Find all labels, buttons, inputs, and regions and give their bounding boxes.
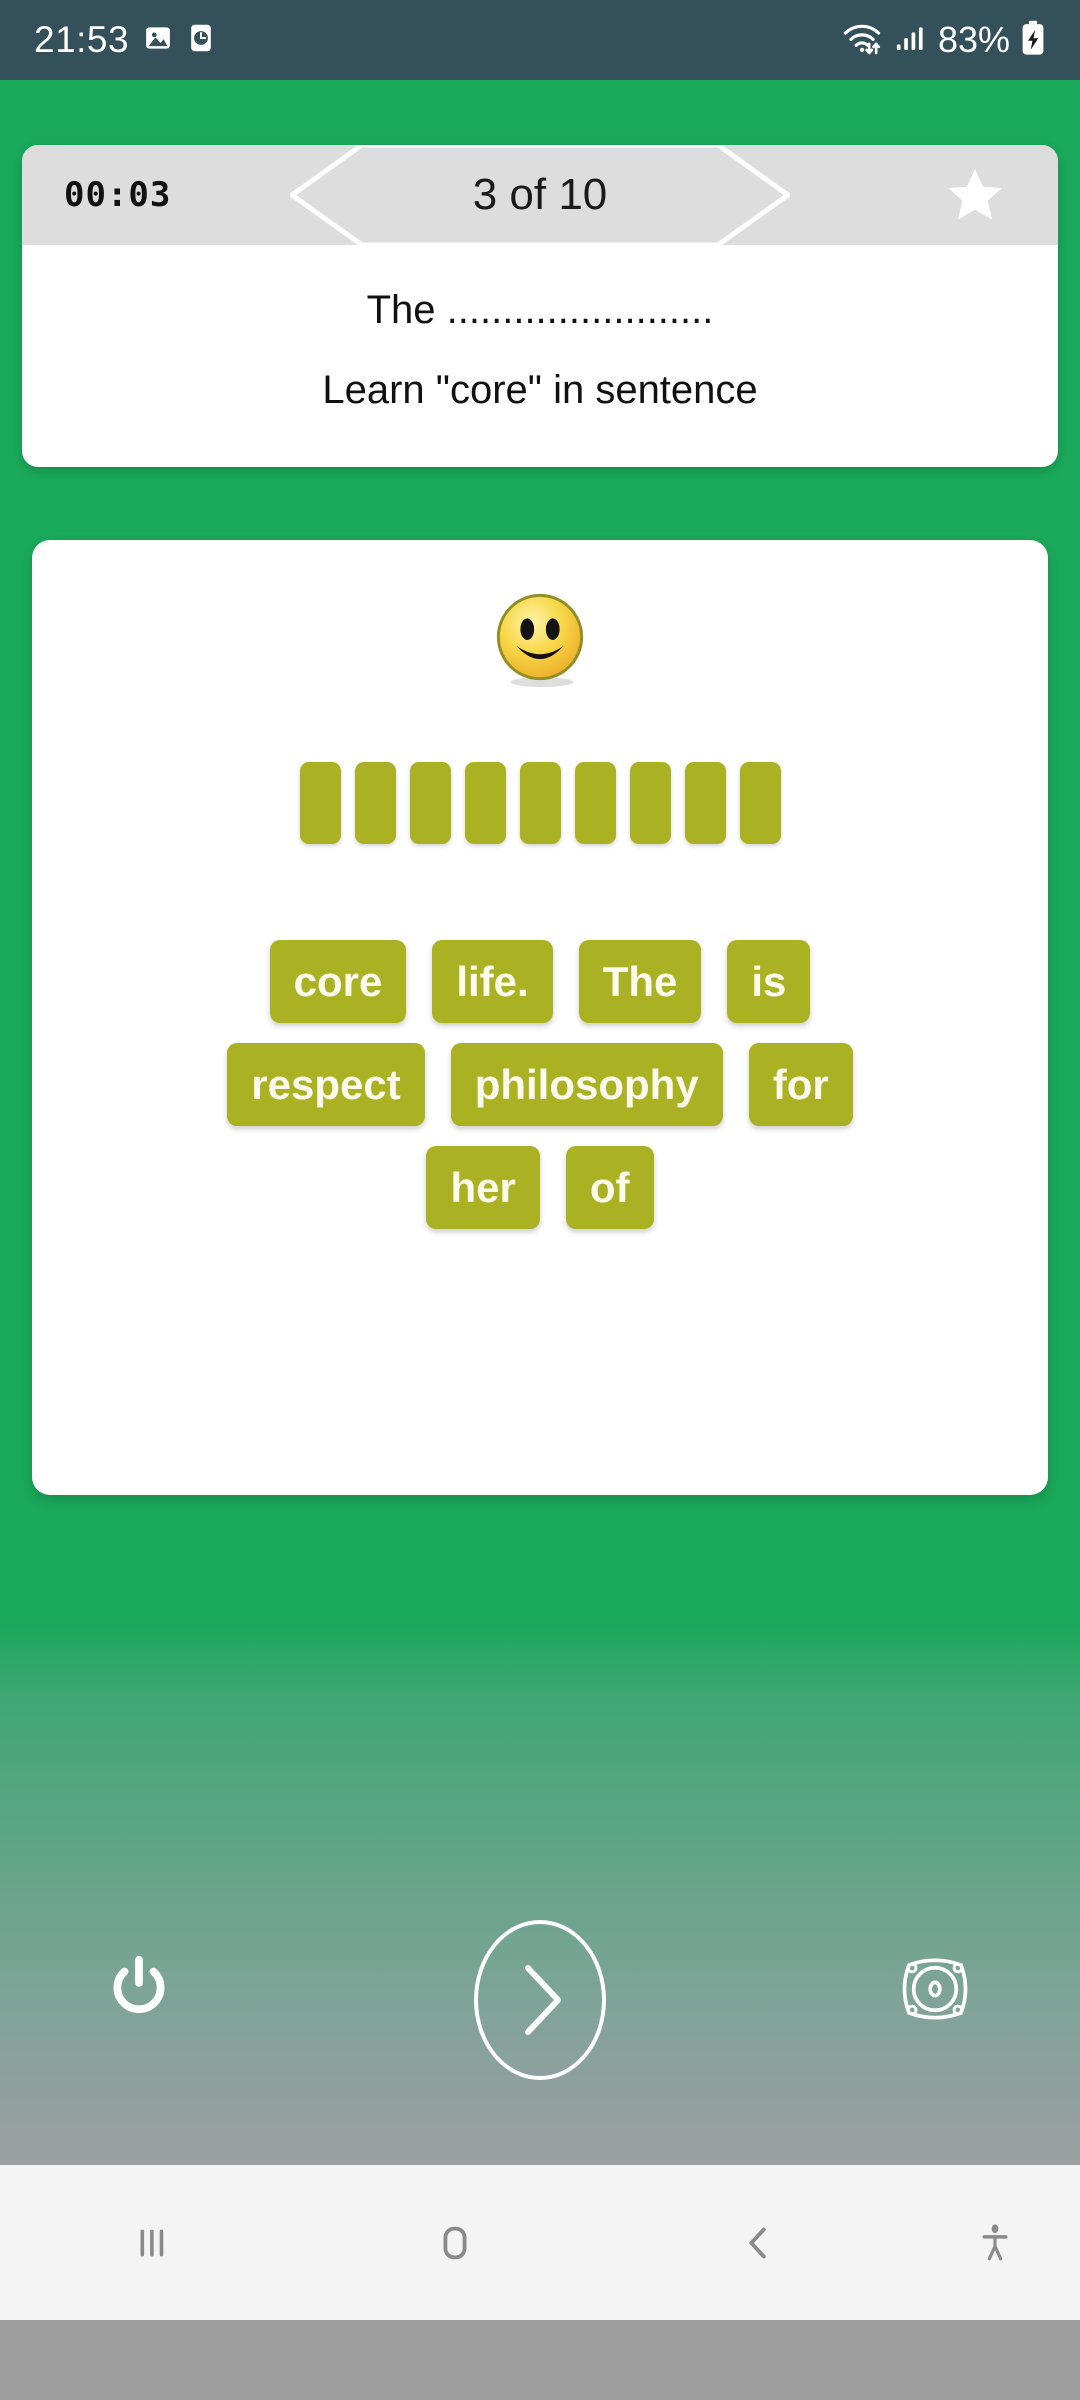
progress-label: 3 of 10: [472, 170, 608, 219]
question-instruction: Learn "core" in sentence: [322, 368, 758, 412]
word-tile[interactable]: core: [269, 940, 407, 1024]
word-row: core life. The is: [32, 940, 1048, 1024]
word-tile[interactable]: of: [565, 1146, 654, 1230]
word-row: respect philosophy for: [32, 1043, 1048, 1127]
power-button[interactable]: [108, 1952, 170, 2024]
wifi-icon: [840, 20, 884, 61]
timer-display: 00:03: [64, 175, 172, 215]
next-button[interactable]: [470, 1910, 610, 2090]
word-tile[interactable]: philosophy: [450, 1043, 723, 1127]
status-bar-clock: 21:53: [34, 19, 130, 60]
progress-hexagon: 3 of 10: [290, 145, 790, 247]
app-background: 00:03 3 of 10 The ......................…: [0, 80, 1080, 2320]
home-icon: [443, 2226, 467, 2259]
speaker-button[interactable]: [898, 1952, 972, 2026]
question-body: The ........................ Learn "core…: [22, 245, 1058, 467]
smiley-face-icon: [32, 590, 1048, 688]
answer-slot[interactable]: [464, 762, 506, 844]
quiz-header-bar: 00:03 3 of 10: [22, 145, 1058, 247]
answer-slot[interactable]: [354, 762, 396, 844]
answer-slots[interactable]: [32, 762, 1048, 844]
word-tile[interactable]: life.: [432, 940, 553, 1024]
nav-home-button[interactable]: [303, 2220, 606, 2266]
nav-back-button[interactable]: [607, 2220, 910, 2266]
word-bank: core life. The is respect philosophy for…: [32, 940, 1048, 1230]
next-arrow-icon: [474, 1920, 606, 2080]
game-card: core life. The is respect philosophy for…: [32, 540, 1048, 1495]
word-tile[interactable]: The: [578, 940, 702, 1024]
nav-recents-button[interactable]: [0, 2220, 303, 2266]
star-icon[interactable]: [944, 165, 1006, 225]
answer-slot[interactable]: [684, 762, 726, 844]
battery-charging-icon: [1020, 20, 1046, 61]
signal-icon: [894, 21, 928, 60]
answer-slot[interactable]: [409, 762, 451, 844]
speaker-icon: [902, 1958, 968, 2020]
status-bar-right: 83%: [840, 19, 1046, 61]
back-icon: [749, 2227, 766, 2258]
answer-slot[interactable]: [299, 762, 341, 844]
answer-slot[interactable]: [574, 762, 616, 844]
answer-slot[interactable]: [629, 762, 671, 844]
word-row: her of: [32, 1146, 1048, 1230]
word-tile[interactable]: her: [426, 1146, 540, 1230]
bottom-controls: [0, 1910, 1080, 2090]
recents-icon: [140, 2229, 163, 2256]
answer-slot[interactable]: [519, 762, 561, 844]
android-nav-bar: [0, 2165, 1080, 2320]
answer-slot[interactable]: [739, 762, 781, 844]
accessibility-icon: [982, 2223, 1008, 2260]
clock-icon: [187, 23, 215, 58]
word-tile[interactable]: is: [727, 940, 811, 1024]
word-tile[interactable]: for: [748, 1043, 853, 1127]
battery-percentage: 83%: [937, 19, 1010, 60]
status-bar: 21:53 83%: [0, 0, 1080, 80]
nav-accessibility-button[interactable]: [910, 2220, 1080, 2266]
image-icon: [143, 23, 173, 58]
question-card: 00:03 3 of 10 The ......................…: [22, 145, 1058, 467]
power-icon: [113, 1955, 165, 2014]
question-prompt: The ........................: [366, 288, 714, 332]
word-tile[interactable]: respect: [227, 1043, 425, 1127]
status-bar-left: 21:53: [34, 19, 215, 61]
